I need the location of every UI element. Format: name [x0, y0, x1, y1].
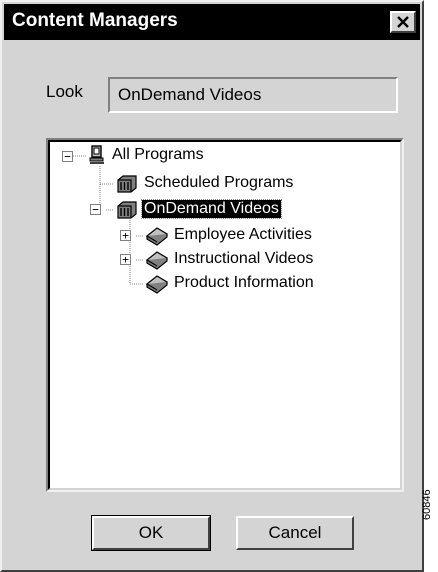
look-field: OnDemand Videos	[108, 77, 398, 113]
book-icon	[145, 227, 169, 246]
cancel-button[interactable]: Cancel	[236, 516, 354, 550]
computer-icon	[89, 145, 104, 164]
instructional-videos-expand-toggle[interactable]: +	[120, 254, 131, 265]
tree-node-scheduled-programs[interactable]: Scheduled Programs	[144, 174, 293, 192]
program-tree[interactable]: − All Programs Scheduled Programs − OnDe…	[46, 138, 404, 492]
book-icon	[145, 275, 169, 294]
window-title: Content Managers	[12, 10, 178, 31]
tree-node-product-information[interactable]: Product Information	[174, 274, 314, 292]
tree-node-employee-activities[interactable]: Employee Activities	[174, 226, 312, 244]
tree-node-ondemand-videos[interactable]: OnDemand Videos	[141, 199, 282, 219]
figure-id: 60846	[421, 489, 433, 520]
ok-button[interactable]: OK	[91, 515, 211, 551]
book-icon	[145, 251, 169, 270]
look-value: OnDemand Videos	[118, 85, 262, 104]
programs-icon	[117, 175, 137, 193]
ondemand-collapse-toggle[interactable]: −	[90, 204, 101, 215]
tree-node-instructional-videos[interactable]: Instructional Videos	[174, 250, 313, 268]
tree-connectors	[73, 155, 144, 285]
programs-icon	[117, 201, 137, 219]
look-label: Look	[46, 82, 83, 101]
root-collapse-toggle[interactable]: −	[62, 151, 73, 162]
employee-activities-expand-toggle[interactable]: +	[120, 230, 131, 241]
title-bar[interactable]: Content Managers	[4, 4, 420, 40]
close-button[interactable]	[390, 11, 416, 33]
content-managers-dialog: Content Managers Look OnDemand Videos − …	[0, 0, 424, 572]
tree-node-all-programs[interactable]: All Programs	[112, 146, 204, 164]
close-icon	[397, 16, 409, 28]
